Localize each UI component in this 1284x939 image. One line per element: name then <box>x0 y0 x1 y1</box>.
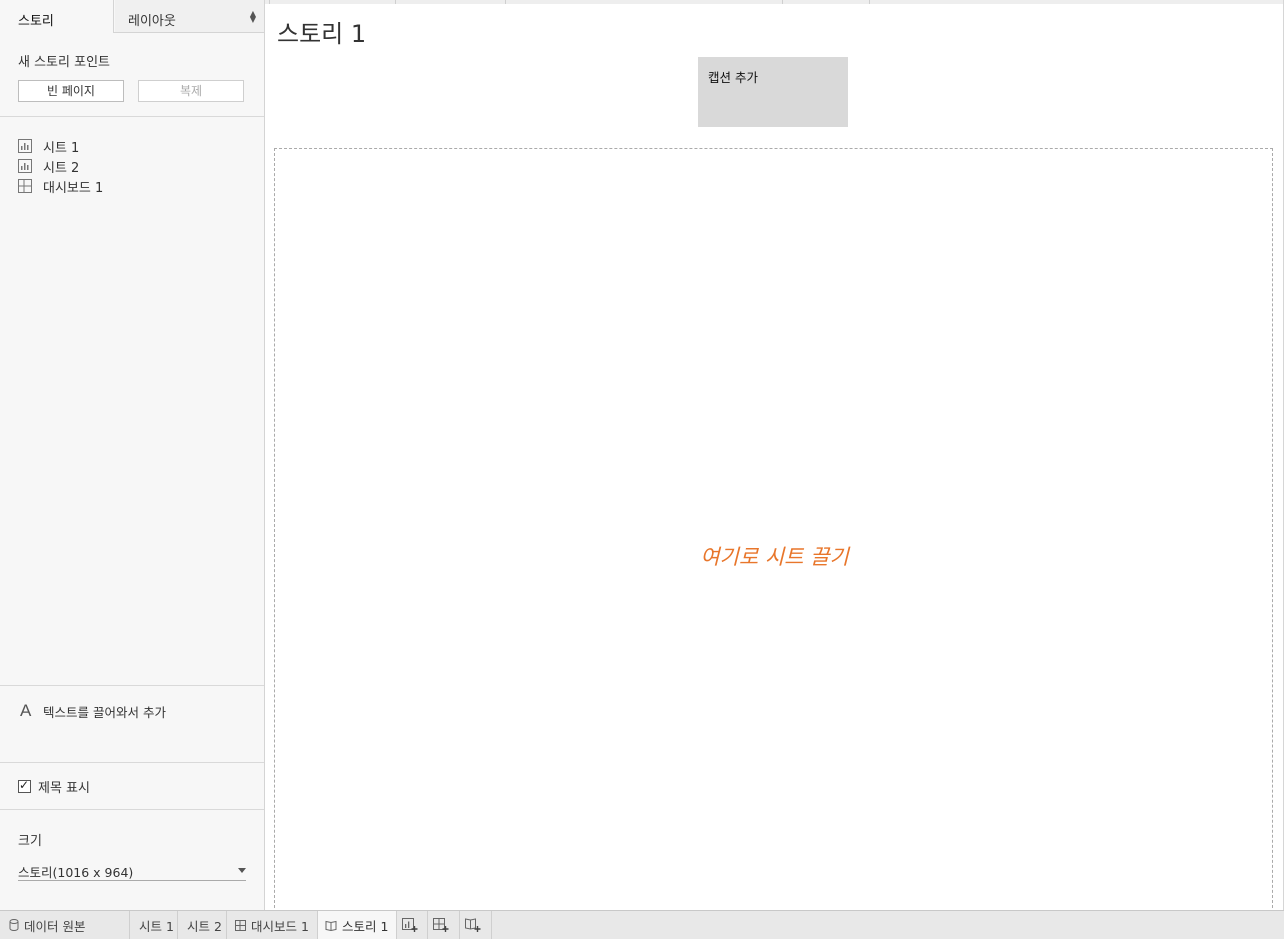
caption-box[interactable]: 캡션 추가 <box>698 57 848 127</box>
show-title-toggle[interactable]: 제목 표시 <box>18 777 90 796</box>
dropdown-caret-icon <box>238 868 246 873</box>
new-dashboard-button[interactable] <box>428 911 460 939</box>
size-dropdown-value: 스토리(1016 x 964) <box>18 865 134 880</box>
tab-dashboard-1[interactable]: 대시보드 1 <box>227 911 318 939</box>
tab-layout-label: 레이아웃 <box>128 14 176 29</box>
divider <box>0 685 264 686</box>
tab-label: 시트 1 <box>139 918 174 934</box>
dashboard-icon <box>18 179 32 193</box>
new-dashboard-icon <box>433 918 449 932</box>
worksheet-icon <box>18 139 32 153</box>
divider <box>0 809 264 810</box>
story-icon <box>325 920 337 931</box>
top-navigator-strip <box>265 0 1284 4</box>
show-title-checkbox[interactable] <box>18 778 31 793</box>
tab-sheet-2[interactable]: 시트 2 <box>178 911 227 939</box>
tab-label: 대시보드 1 <box>251 918 309 934</box>
dashboard-icon <box>235 919 246 931</box>
database-icon <box>9 919 19 931</box>
sheet-drop-area[interactable]: 여기로 시트 끌기 <box>274 148 1273 918</box>
drop-hint: 여기로 시트 끌기 <box>700 545 849 569</box>
sheet-item-sheet-2[interactable]: 시트 2 <box>18 156 103 176</box>
new-story-point-title: 새 스토리 포인트 <box>18 55 110 70</box>
divider <box>0 762 264 763</box>
duplicate-button[interactable]: 복제 <box>138 80 244 102</box>
sort-arrows-icon: ▲ ▼ <box>249 9 256 24</box>
new-story-icon <box>465 918 481 932</box>
divider <box>0 116 264 117</box>
new-worksheet-button[interactable] <box>397 911 428 939</box>
tab-story[interactable]: 스토리 <box>0 0 114 33</box>
text-object[interactable]: A 텍스트를 끌어와서 추가 <box>20 701 166 721</box>
text-object-label: 텍스트를 끌어와서 추가 <box>43 704 166 720</box>
sheet-item-dashboard-1[interactable]: 대시보드 1 <box>18 176 103 196</box>
sheet-list: 시트 1 시트 2 대시보드 1 <box>18 136 103 196</box>
sheet-item-label: 시트 1 <box>43 140 80 156</box>
blank-page-button[interactable]: 빈 페이지 <box>18 80 124 102</box>
tab-story-1[interactable]: 스토리 1 <box>318 911 397 939</box>
tab-data-source[interactable]: 데이터 원본 <box>0 911 130 939</box>
sheet-item-label: 대시보드 1 <box>43 180 104 196</box>
tab-label: 시트 2 <box>187 918 222 934</box>
story-panel: 스토리 레이아웃 ▲ ▼ 새 스토리 포인트 빈 페이지 복제 시트 1 시트 2 <box>0 0 265 910</box>
sheet-tab-bar: 데이터 원본 시트 1 시트 2 대시보드 1 스토리 1 <box>0 910 1284 939</box>
tab-label: 데이터 원본 <box>24 918 86 934</box>
show-title-label: 제목 표시 <box>38 781 90 796</box>
sheet-item-label: 시트 2 <box>43 160 80 176</box>
text-a-icon: A <box>20 701 32 720</box>
sheet-item-sheet-1[interactable]: 시트 1 <box>18 136 103 156</box>
size-dropdown[interactable]: 스토리(1016 x 964) <box>18 860 246 881</box>
tab-layout[interactable]: 레이아웃 ▲ ▼ <box>115 0 264 32</box>
panel-tabs: 스토리 레이아웃 ▲ ▼ <box>0 0 264 33</box>
tab-sheet-1[interactable]: 시트 1 <box>130 911 178 939</box>
new-story-button[interactable] <box>460 911 492 939</box>
story-title[interactable]: 스토리 1 <box>277 14 366 49</box>
new-worksheet-icon <box>401 918 417 932</box>
tab-label: 스토리 1 <box>342 918 389 934</box>
size-title: 크기 <box>18 834 42 849</box>
worksheet-icon <box>18 159 32 173</box>
